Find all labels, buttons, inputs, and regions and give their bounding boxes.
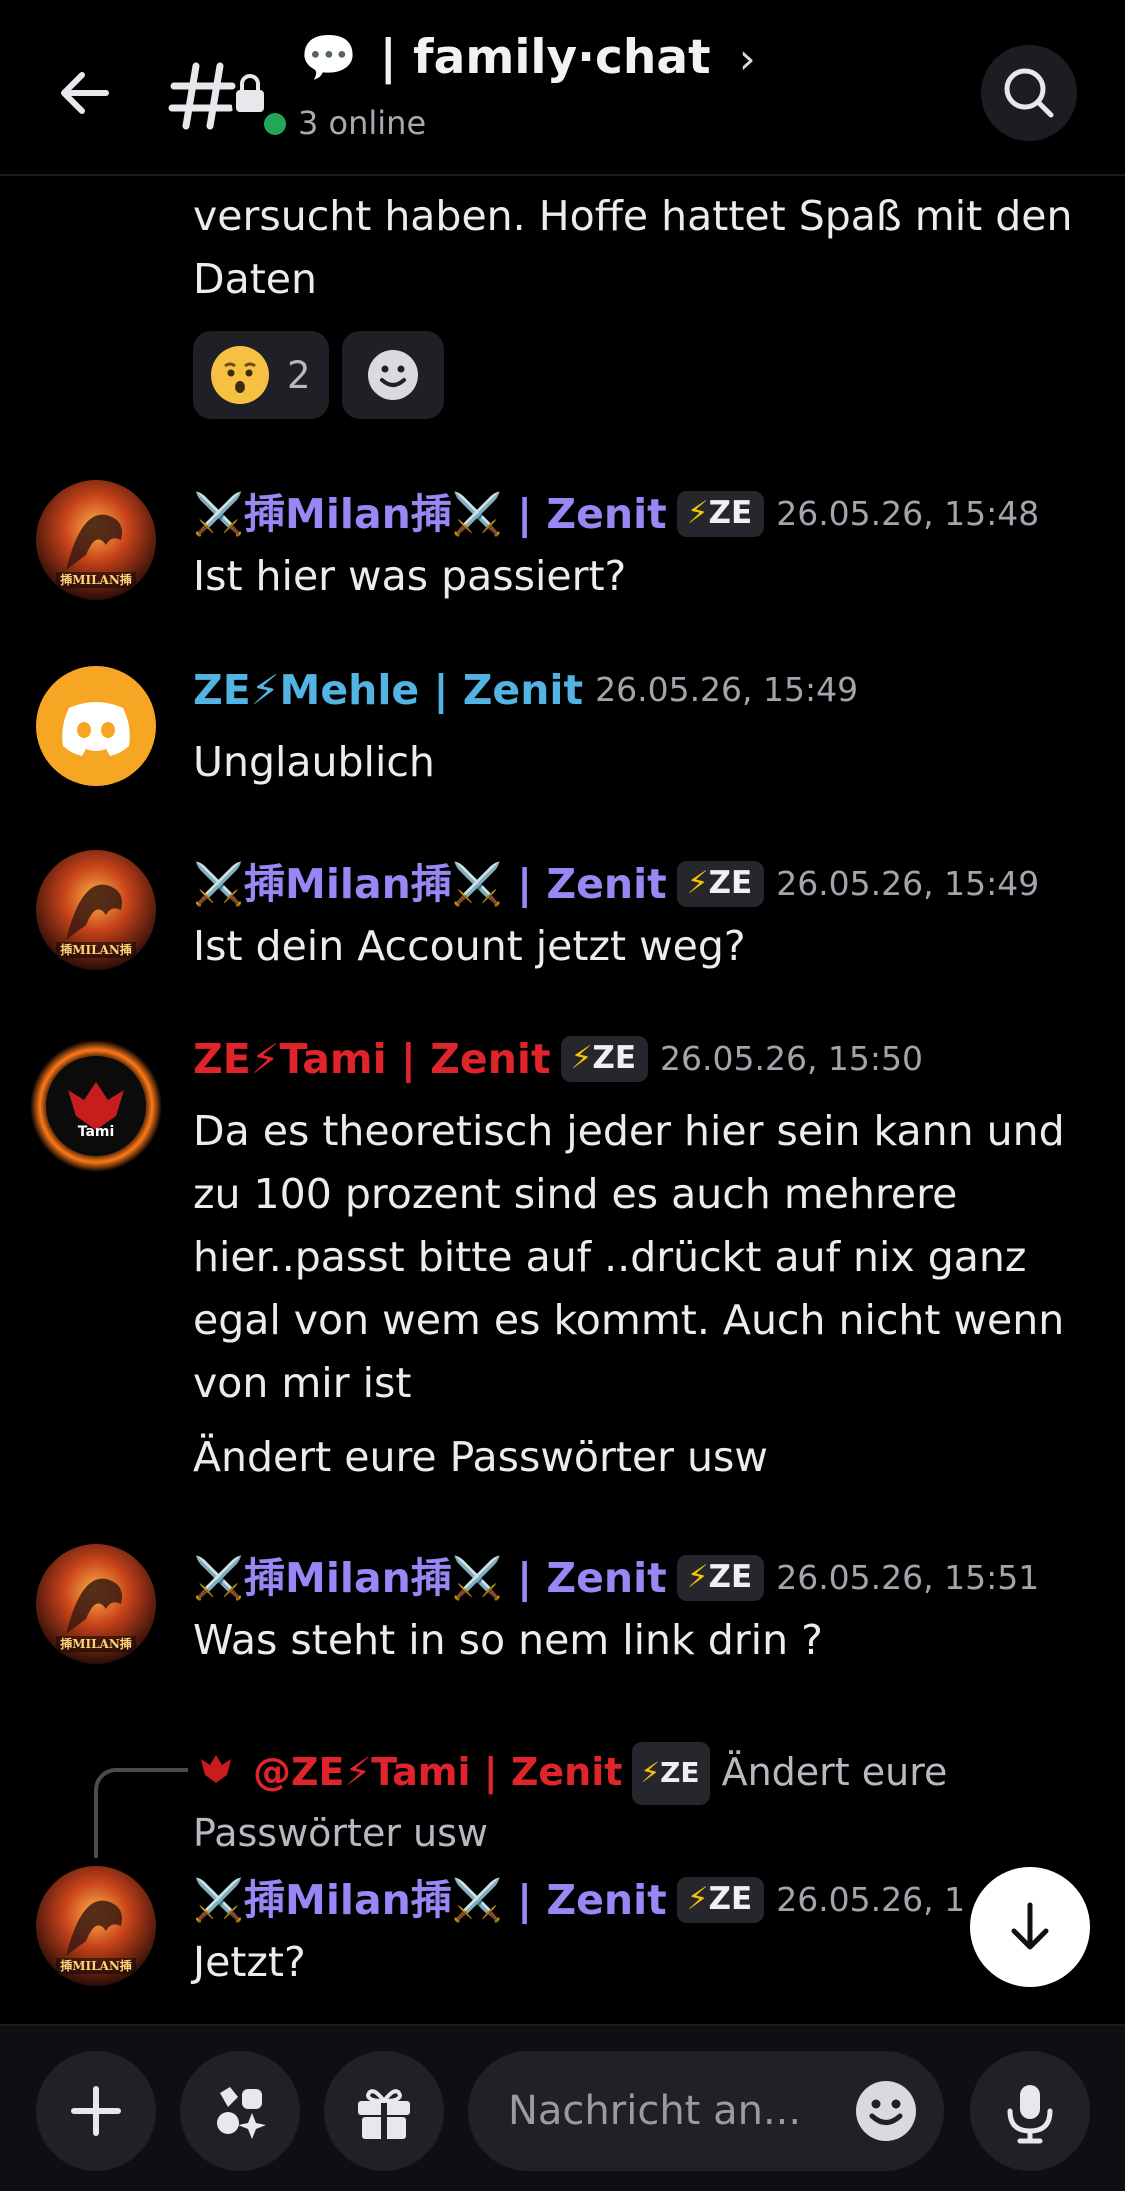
message-input-box <box>468 2051 944 2171</box>
emoji-icon[interactable] <box>853 2078 919 2144</box>
svg-text:揷MILAN揷: 揷MILAN揷 <box>60 1636 132 1651</box>
back-arrow-icon[interactable] <box>50 58 120 128</box>
message-header: ZE⚡Mehle | Zenit 26.05.26, 15:49 <box>193 666 858 714</box>
jump-to-present-button[interactable] <box>970 1867 1090 1987</box>
online-status: 3 online <box>264 104 426 142</box>
avatar-milan[interactable]: 揷MILAN揷 <box>36 1866 156 1986</box>
gift-button[interactable] <box>324 2051 444 2171</box>
message-text: Da es theoretisch jeder hier sein kann u… <box>193 1107 1065 1407</box>
message-text: Ist dein Account jetzt weg? <box>193 922 746 970</box>
svg-text:揷MILAN揷: 揷MILAN揷 <box>60 942 132 957</box>
server-tag: ⚡ZE <box>560 1036 648 1082</box>
online-count: 3 online <box>298 104 427 142</box>
server-tag: ⚡ZE <box>676 1555 765 1601</box>
username[interactable]: ⚔️揷Milan揷⚔️ | Zenit <box>193 1554 667 1602</box>
message-header: ⚔️揷Milan揷⚔️ | Zenit ⚡ZE 26.05.26, 1 <box>193 1866 965 1926</box>
avatar-tami[interactable]: Tami <box>28 1038 164 1174</box>
reply-preview[interactable]: @ZE⚡Tami | Zenit ⚡ZE Ändert eure Passwört… <box>193 1742 963 1862</box>
apps-icon <box>217 2087 266 2139</box>
message-header: ⚔️揷Milan揷⚔️ | Zenit ⚡ZE 26.05.26, 15:49 <box>193 850 1039 910</box>
username[interactable]: ZE⚡Mehle | Zenit <box>193 666 583 714</box>
arrow-down-icon <box>1011 1902 1049 1950</box>
message-text: versucht haben. Hoffe hattet Spaß mit de… <box>193 192 1073 303</box>
reply-avatar-icon <box>201 1755 231 1783</box>
server-tag: ⚡ZE <box>676 861 765 907</box>
reply-connector <box>94 1768 188 1858</box>
message-header: ⚔️揷Milan揷⚔️ | Zenit ⚡ZE 26.05.26, 15:48 <box>193 480 1039 540</box>
speech-bubble-icon: 💬 <box>300 30 358 84</box>
channel-name: | family·chat <box>379 30 711 85</box>
discord-logo-icon <box>62 702 130 756</box>
server-tag: ⚡ZE <box>676 1877 765 1923</box>
timestamp: 26.05.26, 15:49 <box>595 670 859 709</box>
reaction-count: 2 <box>287 353 311 397</box>
message-text: Was steht in so nem link drin ? <box>193 1616 823 1664</box>
gift-icon <box>358 2089 410 2139</box>
username[interactable]: ⚔️揷Milan揷⚔️ | Zenit <box>193 490 667 538</box>
channel-hash-icon <box>168 62 264 130</box>
timestamp: 26.05.26, 1 <box>776 1880 966 1919</box>
message-header: ⚔️揷Milan揷⚔️ | Zenit ⚡ZE 26.05.26, 15:51 <box>193 1544 1039 1604</box>
microphone-icon <box>1007 2085 1053 2144</box>
search-icon <box>1004 68 1054 118</box>
attach-button[interactable] <box>36 2051 156 2171</box>
avatar-milan[interactable]: 揷MILAN揷 <box>36 1544 156 1664</box>
message-text: Ändert eure Passwörter usw <box>193 1433 768 1481</box>
message-text: Unglaublich <box>193 738 435 786</box>
avatar-mehle[interactable] <box>36 666 156 786</box>
apps-button[interactable] <box>180 2051 300 2171</box>
add-reaction-button[interactable] <box>342 331 444 419</box>
plus-icon <box>71 2086 121 2136</box>
timestamp: 26.05.26, 15:49 <box>776 864 1040 903</box>
message-text: Ist hier was passiert? <box>193 552 627 600</box>
server-tag: ⚡ZE <box>676 491 765 537</box>
search-button[interactable] <box>981 45 1077 141</box>
reaction-hushed[interactable]: 2 <box>193 331 329 419</box>
channel-title[interactable]: 💬 | family·chat › <box>300 30 756 85</box>
username[interactable]: ⚔️揷Milan揷⚔️ | Zenit <box>193 1876 667 1924</box>
channel-header: 💬 | family·chat › 3 online <box>0 0 1125 176</box>
timestamp: 26.05.26, 15:51 <box>776 1558 1040 1597</box>
message-text: Jetzt? <box>193 1938 306 1986</box>
svg-text:揷MILAN揷: 揷MILAN揷 <box>60 1958 132 1973</box>
timestamp: 26.05.26, 15:50 <box>660 1039 924 1078</box>
chevron-right-icon: › <box>738 34 756 83</box>
message-input[interactable] <box>508 2081 838 2141</box>
username[interactable]: ZE⚡Tami | Zenit <box>193 1035 551 1083</box>
message-header: ZE⚡Tami | Zenit ⚡ZE 26.05.26, 15:50 <box>193 1035 923 1083</box>
voice-message-button[interactable] <box>970 2051 1090 2171</box>
svg-text:揷MILAN揷: 揷MILAN揷 <box>60 572 132 587</box>
reply-mention: @ZE⚡Tami | Zenit <box>253 1750 623 1794</box>
username[interactable]: ⚔️揷Milan揷⚔️ | Zenit <box>193 860 667 908</box>
timestamp: 26.05.26, 15:48 <box>776 494 1040 533</box>
online-dot-icon <box>264 113 286 135</box>
avatar-milan[interactable]: 揷MILAN揷 <box>36 480 156 600</box>
add-reaction-icon <box>368 350 418 400</box>
server-tag: ⚡ZE <box>632 1742 710 1805</box>
hushed-face-icon <box>211 346 269 404</box>
avatar-milan[interactable]: 揷MILAN揷 <box>36 850 156 970</box>
svg-text:Tami: Tami <box>78 1124 115 1140</box>
